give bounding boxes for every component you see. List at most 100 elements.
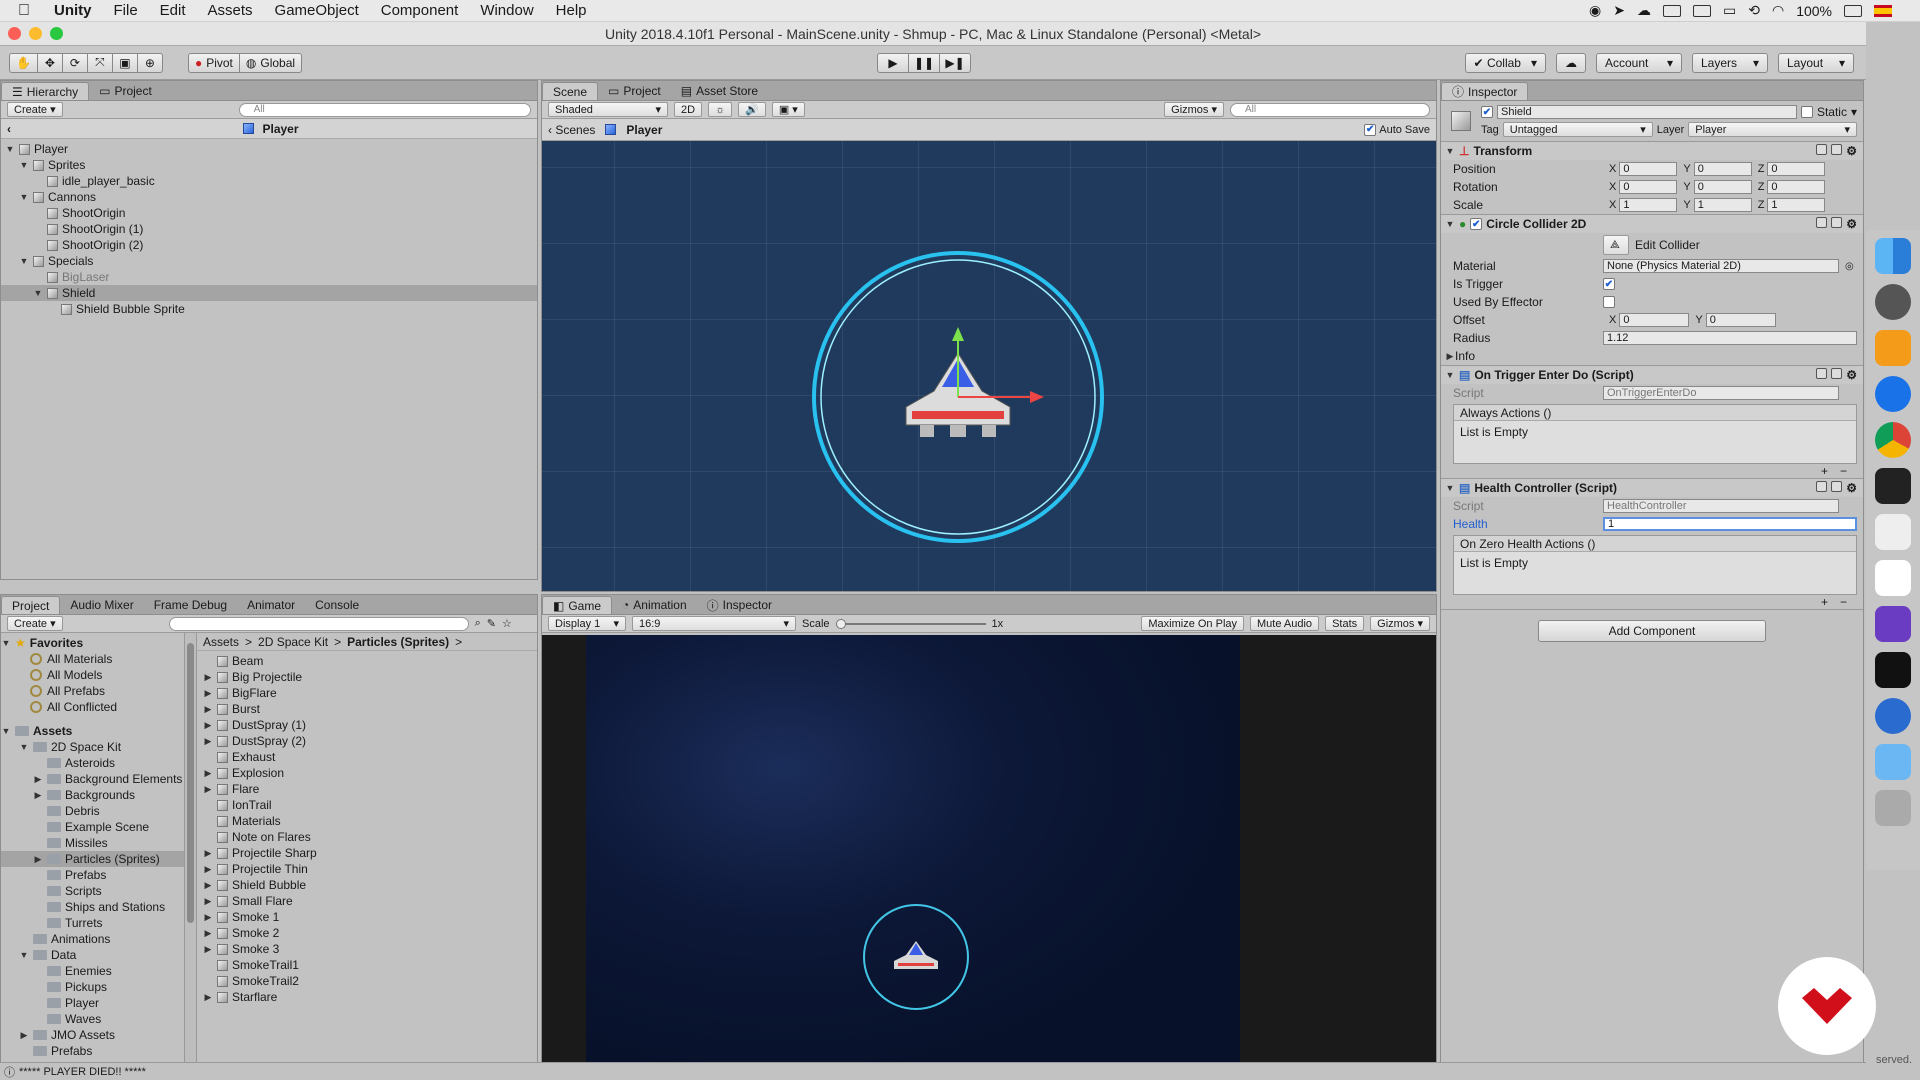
move-tool-button[interactable]: ✥ <box>36 52 63 73</box>
foldout-arrow-icon[interactable]: ▼ <box>19 157 29 173</box>
stats-toggle[interactable]: Stats <box>1325 616 1365 631</box>
layout-dropdown[interactable]: Layout ▾ <box>1778 52 1854 73</box>
asset-item[interactable]: IonTrail <box>197 797 537 813</box>
folder-item[interactable]: ▶ JMO Assets <box>1 1027 184 1043</box>
folder-item[interactable]: Ships and Stations <box>1 899 184 915</box>
settings-gear-icon[interactable]: ⚙ <box>1846 368 1857 382</box>
collider-header[interactable]: ▼ ● ✔ Circle Collider 2D ⚙ <box>1441 215 1863 233</box>
mute-audio-toggle[interactable]: Mute Audio <box>1250 616 1320 631</box>
folder-item[interactable]: Prefabs <box>1 1043 184 1059</box>
position-z-field[interactable]: 0 <box>1767 162 1826 176</box>
trash-icon[interactable] <box>1875 790 1911 826</box>
effects-dropdown-icon[interactable]: ▣ ▾ <box>771 102 805 117</box>
maximize-on-play-toggle[interactable]: Maximize On Play <box>1141 616 1245 631</box>
tray-icon[interactable] <box>1663 4 1681 17</box>
asset-item[interactable]: ▶ Big Projectile <box>197 669 537 685</box>
favorite-item[interactable]: All Prefabs <box>1 683 184 699</box>
menu-app-name[interactable]: Unity <box>54 2 92 19</box>
create-dropdown[interactable]: Create ▾ <box>7 102 63 117</box>
asset-item[interactable]: Beam <box>197 653 537 669</box>
health-input[interactable]: 1 <box>1603 517 1857 531</box>
remove-item-icon[interactable]: − <box>1840 464 1847 478</box>
help-icon[interactable] <box>1816 368 1828 379</box>
scale-z-field[interactable]: 1 <box>1767 198 1826 212</box>
menu-edit[interactable]: Edit <box>160 2 186 19</box>
menu-help[interactable]: Help <box>556 2 587 19</box>
hierarchy-item[interactable]: ▼ Cannons <box>1 189 537 205</box>
folder-item[interactable]: Scripts <box>1 883 184 899</box>
folder-item[interactable]: ▶ Backgrounds <box>1 787 184 803</box>
add-item-icon[interactable]: + <box>1821 595 1828 609</box>
folder-item[interactable]: Animations <box>1 931 184 947</box>
filter-label-icon[interactable]: ✎ <box>487 617 496 630</box>
asset-item[interactable]: ▶ DustSpray (1) <box>197 717 537 733</box>
favorite-star-icon[interactable]: ☆ <box>502 617 512 630</box>
folder-item[interactable]: ▼ 2D Space Kit <box>1 739 184 755</box>
folder-item[interactable]: ▶ Background Elements <box>1 771 184 787</box>
layer-dropdown[interactable]: Player ▾ <box>1688 122 1857 137</box>
layers-dropdown[interactable]: Layers ▾ <box>1692 52 1768 73</box>
project-create-dropdown[interactable]: Create ▾ <box>7 616 63 631</box>
player-breadcrumb[interactable]: Player <box>626 123 662 137</box>
rotation-z-field[interactable]: 0 <box>1767 180 1826 194</box>
rotation-x-field[interactable]: 0 <box>1619 180 1678 194</box>
folder-scrollbar[interactable] <box>185 633 197 1073</box>
audio-toggle-icon[interactable]: 🔊 <box>738 102 766 117</box>
asset-item[interactable]: Exhaust <box>197 749 537 765</box>
scenes-breadcrumb[interactable]: ‹ Scenes <box>548 123 595 137</box>
tab-frame-debug[interactable]: Frame Debug <box>144 596 237 614</box>
input-flag-icon[interactable] <box>1874 4 1892 17</box>
settings-gear-icon[interactable]: ⚙ <box>1846 481 1857 495</box>
asset-item[interactable]: SmokeTrail2 <box>197 973 537 989</box>
tab-game-inspector[interactable]: ⓘ Inspector <box>697 596 782 614</box>
asset-item[interactable]: ▶ Smoke 1 <box>197 909 537 925</box>
foldout-arrow-icon[interactable]: ▶ <box>203 685 213 701</box>
tab-hierarchy[interactable]: ☰ Hierarchy <box>1 82 90 100</box>
asset-item[interactable]: ▶ DustSpray (2) <box>197 733 537 749</box>
scene-search-input[interactable]: All <box>1230 102 1430 117</box>
apple-icon[interactable]:  <box>18 2 34 20</box>
settings-gear-icon[interactable]: ⚙ <box>1846 144 1857 158</box>
game-gizmos-dropdown[interactable]: Gizmos ▾ <box>1370 616 1430 631</box>
tab-inspector[interactable]: ⓘ Inspector <box>1441 82 1529 100</box>
foldout-arrow-icon[interactable]: ▼ <box>1 723 11 739</box>
static-checkbox[interactable] <box>1800 106 1813 118</box>
folder-item[interactable]: Debris <box>1 803 184 819</box>
crumb-2d-space-kit[interactable]: 2D Space Kit <box>258 635 328 649</box>
keyboard-icon[interactable] <box>1875 514 1911 550</box>
browser-icon[interactable] <box>1875 698 1911 734</box>
chrome-icon[interactable] <box>1875 422 1911 458</box>
hierarchy-search-input[interactable]: All <box>238 102 531 117</box>
remove-item-icon[interactable]: − <box>1840 595 1847 609</box>
visual-studio-icon[interactable] <box>1875 606 1911 642</box>
display-icon[interactable] <box>1693 4 1711 17</box>
creative-cloud-icon[interactable]: ☁ <box>1637 2 1651 19</box>
menu-assets[interactable]: Assets <box>208 2 253 19</box>
asset-item[interactable]: ▶ Small Flare <box>197 893 537 909</box>
folder-item[interactable]: Turrets <box>1 915 184 931</box>
menu-window[interactable]: Window <box>480 2 533 19</box>
info-foldout[interactable]: Info <box>1455 349 1475 363</box>
auto-save-toggle[interactable]: ✔ Auto Save <box>1364 123 1430 136</box>
hierarchy-item[interactable]: ▼ Player <box>1 141 537 157</box>
asset-item[interactable]: ▶ Flare <box>197 781 537 797</box>
asset-item[interactable]: ▶ Smoke 2 <box>197 925 537 941</box>
offset-x-field[interactable]: 0 <box>1619 313 1690 327</box>
folder-item[interactable]: ▼ Data <box>1 947 184 963</box>
hierarchy-item[interactable]: idle_player_basic <box>1 173 537 189</box>
time-machine-icon[interactable]: ⟲ <box>1748 2 1760 19</box>
asset-item[interactable]: ▶ Shield Bubble <box>197 877 537 893</box>
asset-item[interactable]: ▶ BigFlare <box>197 685 537 701</box>
scene-viewport[interactable] <box>542 141 1436 591</box>
folder-item[interactable]: Asteroids <box>1 755 184 771</box>
tab-scene[interactable]: Scene <box>542 82 599 100</box>
asset-item[interactable]: SmokeTrail1 <box>197 957 537 973</box>
asset-item[interactable]: ▶ Explosion <box>197 765 537 781</box>
hierarchy-item[interactable]: ShootOrigin (2) <box>1 237 537 253</box>
tab-asset-store[interactable]: ▤ Asset Store <box>671 82 768 100</box>
transform-tool-button[interactable]: ⊕ <box>136 52 163 73</box>
game-canvas[interactable] <box>586 635 1240 1079</box>
crumb-particles[interactable]: Particles (Sprites) <box>347 635 449 649</box>
foldout-arrow-icon[interactable]: ▶ <box>203 989 213 1005</box>
folder-item[interactable]: Player <box>1 995 184 1011</box>
